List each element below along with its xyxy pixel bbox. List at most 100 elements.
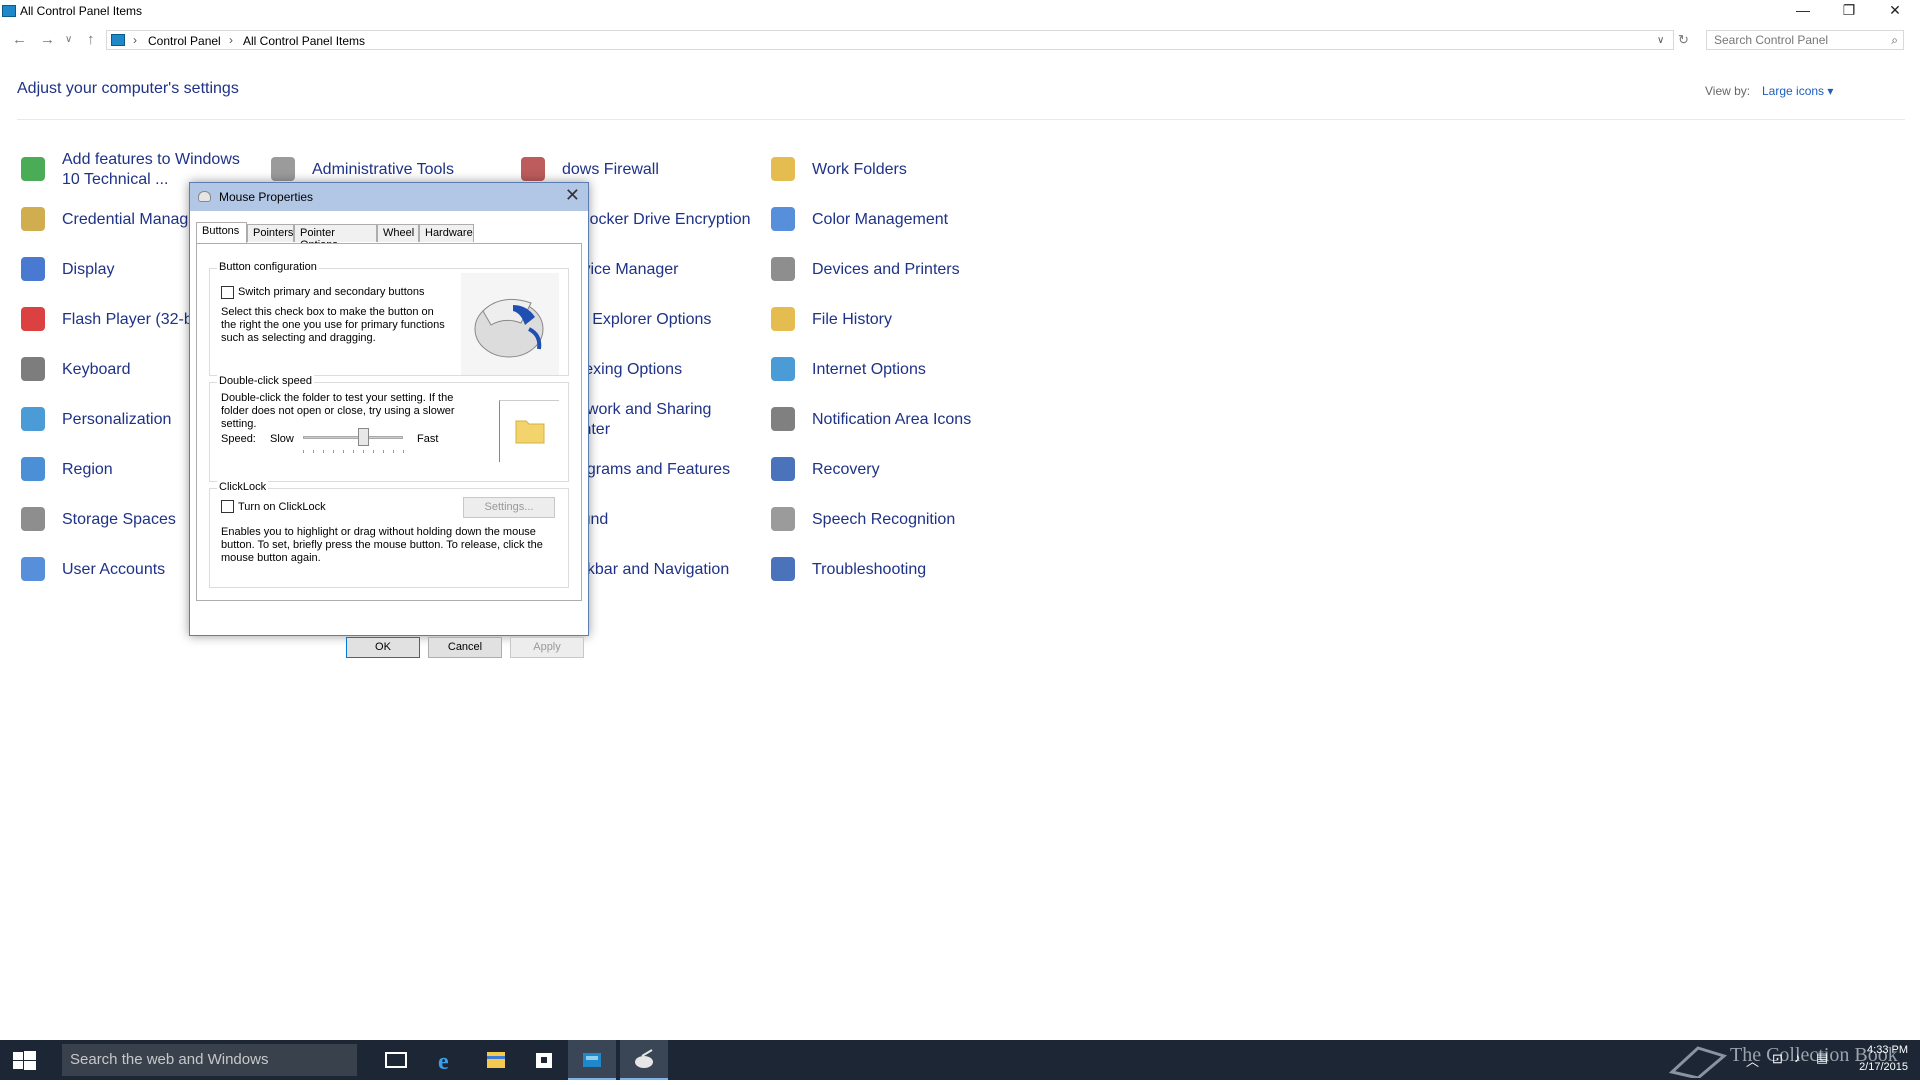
cp-item-label[interactable]: Work Folders [812,147,1012,193]
cp-item-icon-fill [21,557,45,581]
folder-icon [515,420,545,444]
search-placeholder: Search Control Panel [1714,33,1829,47]
clicklock-checkbox-label[interactable]: Turn on ClickLock [238,501,326,514]
search-input[interactable]: Search Control Panel ⌕ [1706,30,1904,50]
tab-pointer-options[interactable]: Pointer Options [294,224,377,251]
cp-item[interactable]: Work Folders [767,147,1007,193]
cp-item[interactable]: Speech Recognition [767,497,1007,543]
cp-item[interactable]: Troubleshooting [767,547,1007,593]
cp-item-label[interactable]: Device Manager [562,247,762,293]
switch-buttons-label[interactable]: Switch primary and secondary buttons [238,286,424,299]
cp-item[interactable]: File History [767,297,1007,343]
cp-item-icon [17,453,49,485]
tab-wheel[interactable]: Wheel [377,224,419,242]
close-button[interactable]: ✕ [1872,0,1918,23]
breadcrumb-separator-icon[interactable]: › [133,33,137,47]
dialog-close-button[interactable]: ✕ [565,185,580,206]
ok-button[interactable]: OK [346,637,420,658]
cp-item-icon-fill [771,257,795,281]
cp-item-label[interactable]: Devices and Printers [812,247,1012,293]
mouse-properties-taskbar-icon[interactable] [620,1040,668,1080]
cp-item-label[interactable]: Color Management [812,197,1012,243]
cp-item[interactable]: Internet Options [767,347,1007,393]
show-hidden-icons-chevron-icon[interactable]: ︿ [1746,1051,1759,1070]
cp-item-icon-fill [21,457,45,481]
test-folder-area[interactable] [499,400,559,462]
cp-item-label[interactable]: Recovery [812,447,1012,493]
cp-item-label[interactable]: Troubleshooting [812,547,1012,593]
tab-pointers[interactable]: Pointers [247,224,294,242]
task-view-icon[interactable] [372,1040,420,1080]
cancel-button[interactable]: Cancel [428,637,502,658]
volume-icon[interactable]: ♪ [1794,1050,1801,1065]
tab-hardware[interactable]: Hardware [419,224,474,242]
cp-item[interactable]: Notification Area Icons [767,397,1007,443]
slider-tick [403,450,404,453]
switch-buttons-checkbox[interactable] [221,286,234,299]
control-panel-icon [111,34,125,46]
tab-buttons[interactable]: Buttons [196,222,247,243]
cp-item-label[interactable]: dows Firewall [562,147,762,193]
breadcrumb-separator-icon[interactable]: › [229,33,233,47]
slider-tick [323,450,324,453]
cp-item-icon [17,303,49,335]
cp-item-label[interactable]: Internet Options [812,347,1012,393]
start-button[interactable] [0,1040,50,1080]
slider-tick [313,450,314,453]
search-icon[interactable]: ⌕ [1891,33,1898,48]
back-arrow-icon[interactable]: ← [12,31,27,48]
apply-button[interactable]: Apply [510,637,584,658]
dialog-body: Buttons Pointers Pointer Options Wheel H… [190,211,588,658]
clicklock-checkbox[interactable] [221,500,234,513]
minimize-button[interactable]: — [1780,0,1826,23]
breadcrumb-control-panel[interactable]: Control Panel [148,34,221,48]
cp-item-label[interactable]: Network and Sharing Center [562,397,762,443]
cp-item-label[interactable]: Speech Recognition [812,497,1012,543]
cp-item-label[interactable]: Sound [562,497,762,543]
cp-item-icon [517,153,549,185]
clock-date[interactable]: 2/17/2015 [1848,1061,1908,1073]
cp-item-label[interactable]: Taskbar and Navigation [562,547,762,593]
clock-time[interactable]: 4:33 PM [1852,1044,1908,1056]
clicklock-settings-button[interactable]: Settings... [463,497,555,518]
dialog-titlebar[interactable]: Mouse Properties ✕ [190,183,588,211]
clicklock-label: ClickLock [217,481,269,493]
cp-item[interactable]: Devices and Printers [767,247,1007,293]
cp-item-icon-fill [21,307,45,331]
recent-locations-chevron-icon[interactable]: ∨ [65,34,72,45]
file-explorer-icon[interactable] [472,1040,520,1080]
up-arrow-icon[interactable]: ↑ [87,31,95,48]
cp-item-label[interactable]: File History [812,297,1012,343]
buttons-tab-pane: Button configuration Switch primary and … [196,243,582,601]
cp-item-label[interactable]: BitLocker Drive Encryption [562,197,762,243]
maximize-button[interactable]: ❐ [1826,0,1872,23]
cp-item-icon-fill [771,457,795,481]
view-by-dropdown[interactable]: Large icons ▾ [1762,84,1833,98]
cp-item-icon [767,453,799,485]
cp-item-label[interactable]: Indexing Options [562,347,762,393]
cp-item-label[interactable]: Programs and Features [562,447,762,493]
cp-item[interactable]: Color Management [767,197,1007,243]
double-click-slider-track[interactable] [303,436,403,439]
address-bar[interactable]: › Control Panel › All Control Panel Item… [106,30,1674,50]
taskbar-search-input[interactable]: Search the web and Windows [62,1044,357,1076]
store-icon[interactable] [520,1040,568,1080]
cp-item-icon [767,203,799,235]
refresh-icon[interactable]: ↻ [1678,32,1689,48]
double-click-slider-thumb[interactable] [358,428,369,446]
mouse-properties-dialog: Mouse Properties ✕ Buttons Pointers Poin… [189,182,589,658]
internet-explorer-icon[interactable]: e [424,1040,472,1080]
breadcrumb-all-items[interactable]: All Control Panel Items [243,34,365,48]
cp-item-icon-fill [21,357,45,381]
address-row: ← → ∨ ↑ › Control Panel › All Control Pa… [0,28,1920,52]
network-icon[interactable]: ⊡ [1772,1051,1783,1067]
action-center-icon[interactable]: ▤ [1816,1050,1828,1066]
cp-item-label[interactable]: File Explorer Options [562,297,762,343]
cp-item[interactable]: Recovery [767,447,1007,493]
cp-item-label[interactable]: Notification Area Icons [812,397,1012,443]
forward-arrow-icon[interactable]: → [40,31,55,48]
slider-tick [343,450,344,453]
control-panel-taskbar-icon[interactable] [568,1040,616,1080]
address-dropdown-icon[interactable]: ∨ [1657,35,1664,46]
cp-item-icon [767,253,799,285]
